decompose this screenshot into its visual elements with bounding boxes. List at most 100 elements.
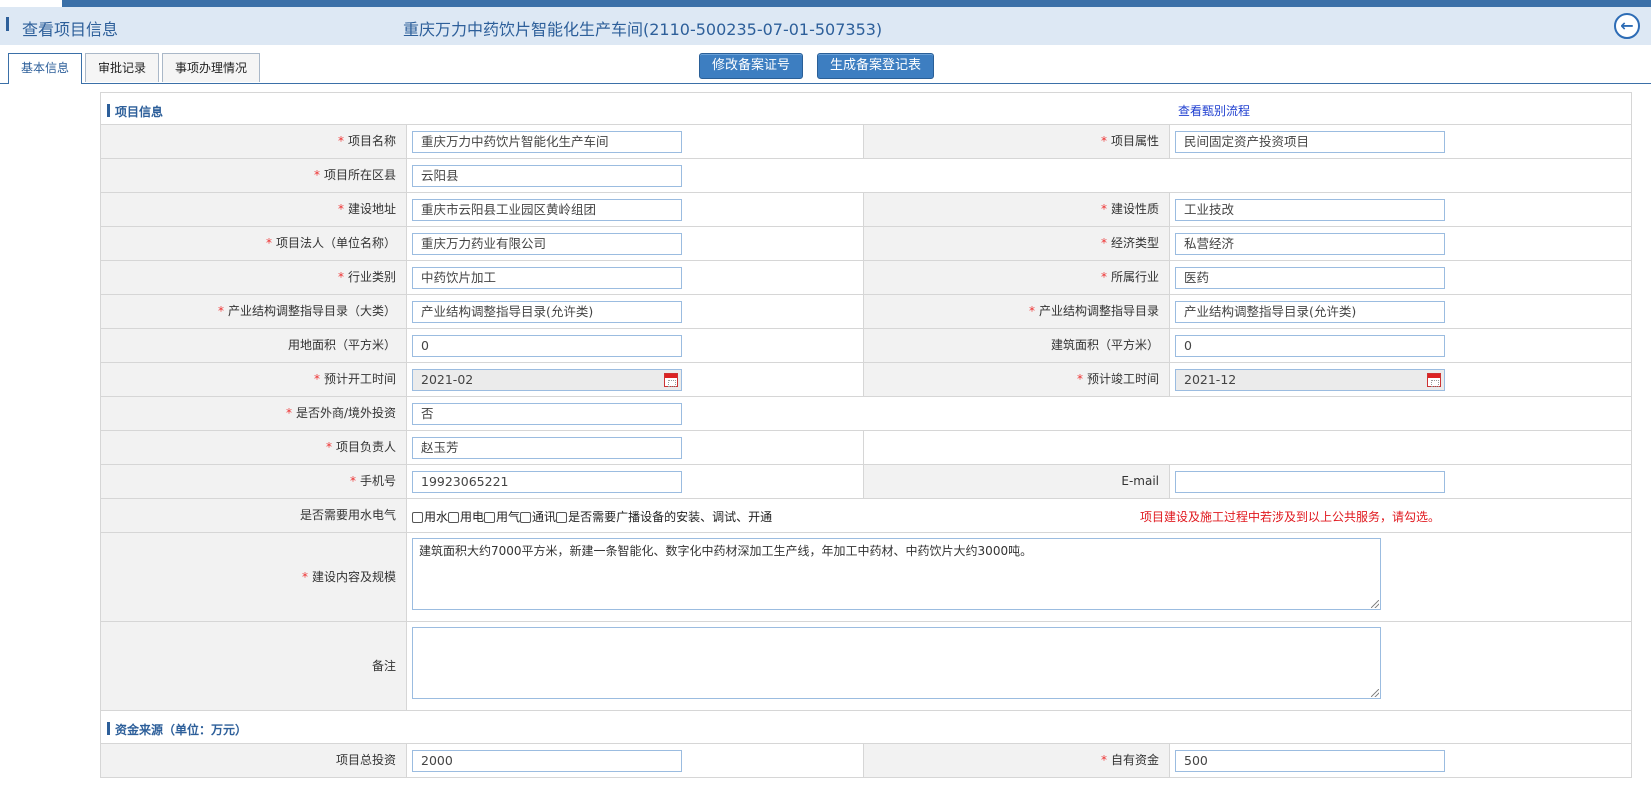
field-label: E-mail bbox=[864, 465, 1170, 498]
electric-checkbox[interactable] bbox=[448, 512, 460, 523]
catalog-major-field[interactable]: 产业结构调整指导目录(允许类) bbox=[412, 301, 682, 323]
field-label: * 行业类别 bbox=[101, 261, 407, 294]
field-label: * 产业结构调整指导目录 bbox=[864, 295, 1170, 328]
gas-checkbox[interactable] bbox=[484, 512, 496, 523]
form-row: * 是否外商/境外投资 否 bbox=[100, 397, 1632, 431]
email-field[interactable] bbox=[1175, 471, 1445, 493]
label-text: 是否外商/境外投资 bbox=[295, 406, 396, 420]
field-label: * 建设地址 bbox=[101, 193, 407, 226]
field-label: * 是否外商/境外投资 bbox=[101, 397, 407, 430]
required-mark: * bbox=[285, 406, 292, 420]
section-project-info: 项目信息 查看甄别流程 bbox=[100, 92, 1632, 125]
building-area-field[interactable]: 0 bbox=[1175, 335, 1445, 357]
required-mark: * bbox=[217, 304, 224, 318]
label-text: 自有资金 bbox=[1110, 753, 1159, 767]
total-investment-field[interactable]: 2000 bbox=[412, 750, 682, 772]
construction-content-textarea[interactable]: 建筑面积大约7000平方米，新建一条智能化、数字化中药材深加工生产线，年加工中药… bbox=[412, 538, 1381, 610]
form-row: 用地面积（平方米） 0 建筑面积（平方米） 0 bbox=[100, 329, 1632, 363]
foreign-investment-field[interactable]: 否 bbox=[412, 403, 682, 425]
tab-matter-status[interactable]: 事项办理情况 bbox=[162, 53, 261, 82]
form-row: * 产业结构调整指导目录（大类） 产业结构调整指导目录(允许类) * 产业结构调整指… bbox=[100, 295, 1632, 329]
label-text: 项目所在区县 bbox=[323, 168, 396, 182]
label-text: 建设内容及规模 bbox=[311, 570, 396, 584]
own-funds-field[interactable]: 500 bbox=[1175, 750, 1445, 772]
phone-field[interactable]: 19923065221 bbox=[412, 471, 682, 493]
tab-approval-records[interactable]: 审批记录 bbox=[85, 53, 160, 82]
label-text: 预计竣工时间 bbox=[1086, 372, 1159, 386]
industry-category-field[interactable]: 中药饮片加工 bbox=[412, 267, 682, 289]
form-row: * 行业类别 中药饮片加工 * 所属行业 医药 bbox=[100, 261, 1632, 295]
form-row: * 建设地址 重庆市云阳县工业园区黄岭组团 * 建设性质 工业技改 bbox=[100, 193, 1632, 227]
form-row: * 项目负责人 赵玉芳 bbox=[100, 431, 1632, 465]
calendar-icon[interactable] bbox=[1427, 373, 1441, 387]
address-field[interactable]: 重庆市云阳县工业园区黄岭组团 bbox=[412, 199, 682, 221]
required-mark: * bbox=[337, 134, 344, 148]
field-label: * 预计开工时间 bbox=[101, 363, 407, 396]
back-arrow-icon[interactable]: ← bbox=[1614, 13, 1640, 39]
legal-person-field[interactable]: 重庆万力药业有限公司 bbox=[412, 233, 682, 255]
resize-grip-icon[interactable] bbox=[1371, 689, 1379, 697]
required-mark: * bbox=[301, 570, 308, 584]
start-time-value: 2021-02 bbox=[421, 372, 474, 387]
field-label: 建筑面积（平方米） bbox=[864, 329, 1170, 362]
header-marker bbox=[6, 17, 9, 31]
remark-textarea[interactable] bbox=[412, 627, 1381, 699]
form-row: 项目总投资 2000 * 自有资金 500 bbox=[100, 744, 1632, 778]
form-row: * 项目所在区县 云阳县 bbox=[100, 159, 1632, 193]
economic-type-field[interactable]: 私营经济 bbox=[1175, 233, 1445, 255]
calendar-icon[interactable] bbox=[664, 373, 678, 387]
form-row: 是否需要用水电气 用水 用电 用气 通讯 是否需要广播设备的安装、调试、开通 项目建设及… bbox=[100, 499, 1632, 533]
required-mark: * bbox=[337, 270, 344, 284]
required-mark: * bbox=[1076, 372, 1083, 386]
label-text: 经济类型 bbox=[1110, 236, 1159, 250]
catalog-field[interactable]: 产业结构调整指导目录(允许类) bbox=[1175, 301, 1445, 323]
required-mark: * bbox=[337, 202, 344, 216]
field-label: 用地面积（平方米） bbox=[101, 329, 407, 362]
modify-filing-number-button[interactable]: 修改备案证号 bbox=[699, 53, 804, 79]
checkbox-label: 用气 bbox=[496, 510, 521, 524]
section-marker bbox=[107, 722, 110, 735]
field-label: * 项目所在区县 bbox=[101, 159, 407, 192]
industry-field[interactable]: 医药 bbox=[1175, 267, 1445, 289]
top-accent-bar bbox=[62, 0, 1651, 7]
label-text: 项目负责人 bbox=[335, 440, 396, 454]
field-label: 项目总投资 bbox=[101, 744, 407, 777]
construction-nature-field[interactable]: 工业技改 bbox=[1175, 199, 1445, 221]
label-text: 产业结构调整指导目录 bbox=[1038, 304, 1159, 318]
end-time-field[interactable]: 2021-12 bbox=[1175, 369, 1445, 391]
tab-basic-info[interactable]: 基本信息 bbox=[8, 53, 83, 84]
form-row: * 项目法人（单位名称） 重庆万力药业有限公司 * 经济类型 私营经济 bbox=[100, 227, 1632, 261]
checkbox-label: 通讯 bbox=[532, 510, 557, 524]
label-text: 建设地址 bbox=[347, 202, 396, 216]
project-attribute-field[interactable]: 民间固定资产投资项目 bbox=[1175, 131, 1445, 153]
required-mark: * bbox=[1028, 304, 1035, 318]
form-row: * 手机号 19923065221 E-mail bbox=[100, 465, 1632, 499]
label-text: 产业结构调整指导目录（大类） bbox=[227, 304, 396, 318]
field-label: 是否需要用水电气 bbox=[101, 499, 407, 532]
field-label: * 项目负责人 bbox=[101, 431, 407, 464]
land-area-field[interactable]: 0 bbox=[412, 335, 682, 357]
view-screening-flow-link[interactable]: 查看甄别流程 bbox=[1178, 102, 1250, 119]
label-text: 项目名称 bbox=[347, 134, 396, 148]
required-mark: * bbox=[349, 474, 356, 488]
district-field[interactable]: 云阳县 bbox=[412, 165, 682, 187]
generate-filing-form-button[interactable]: 生成备案登记表 bbox=[817, 53, 935, 79]
project-name-field[interactable]: 重庆万力中药饮片智能化生产车间 bbox=[412, 131, 682, 153]
field-label: * 项目法人（单位名称） bbox=[101, 227, 407, 260]
telecom-checkbox[interactable] bbox=[520, 512, 532, 523]
section-funding-source: 资金来源（单位：万元） bbox=[100, 711, 1632, 744]
checkbox-label: 是否需要广播设备的安装、调试、开通 bbox=[568, 510, 773, 524]
field-label: * 手机号 bbox=[101, 465, 407, 498]
label-text: 项目法人（单位名称） bbox=[275, 236, 396, 250]
water-checkbox[interactable] bbox=[412, 512, 423, 523]
broadcast-checkbox[interactable] bbox=[556, 512, 568, 523]
form-row: * 建设内容及规模 建筑面积大约7000平方米，新建一条智能化、数字化中药材深加工… bbox=[100, 533, 1632, 622]
required-mark: * bbox=[313, 168, 320, 182]
start-time-field[interactable]: 2021-02 bbox=[412, 369, 682, 391]
project-manager-field[interactable]: 赵玉芳 bbox=[412, 437, 682, 459]
resize-grip-icon[interactable] bbox=[1371, 600, 1379, 608]
required-mark: * bbox=[1100, 134, 1107, 148]
field-label: * 项目名称 bbox=[101, 125, 407, 158]
field-label: * 建设内容及规模 bbox=[101, 533, 407, 621]
field-label: * 项目属性 bbox=[864, 125, 1170, 158]
